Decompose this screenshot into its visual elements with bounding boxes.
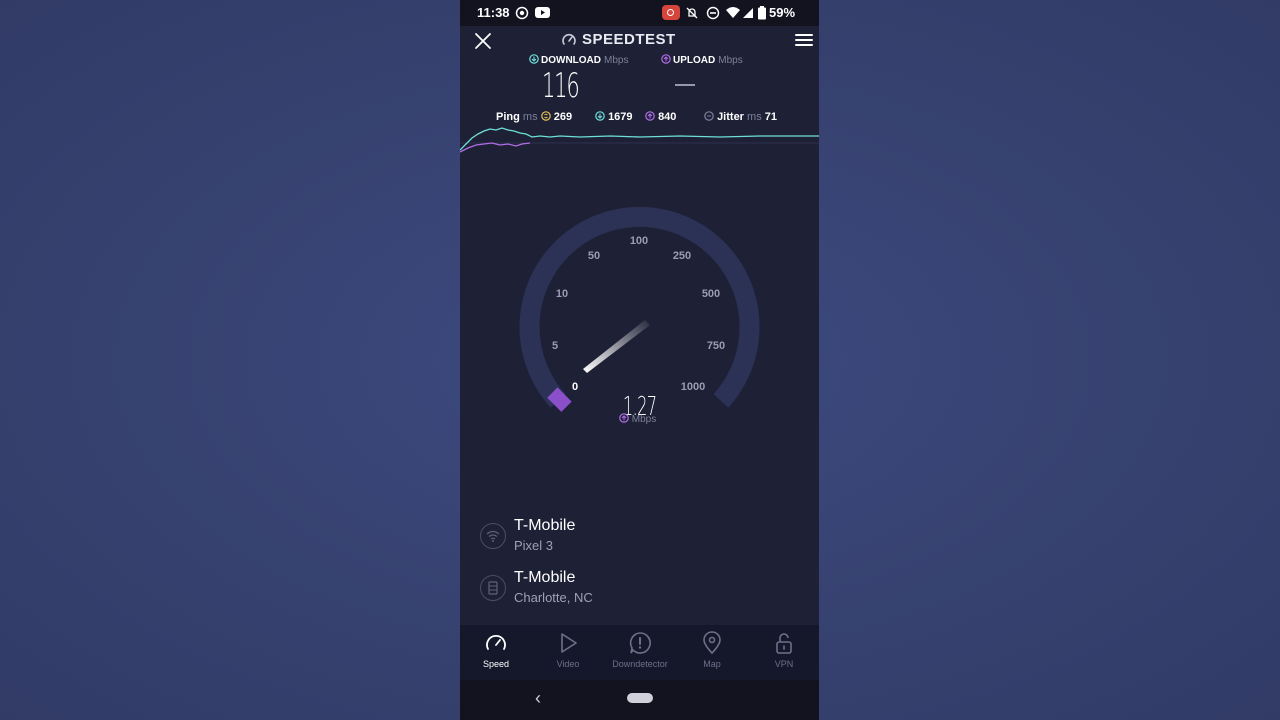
- status-time: 11:38: [477, 5, 510, 20]
- upload-label: UPLOAD: [673, 55, 715, 66]
- map-pin-icon: [700, 631, 724, 655]
- gauge-tick: 50: [588, 250, 600, 262]
- record-icon: [515, 6, 529, 20]
- battery-percent: 59%: [769, 5, 795, 20]
- close-icon[interactable]: [472, 30, 494, 52]
- menu-button[interactable]: [795, 32, 813, 48]
- nav-label: Downdetector: [604, 659, 676, 669]
- provider-name: T-Mobile: [514, 517, 575, 535]
- gauge-tick: 750: [707, 340, 725, 352]
- download-arrow-icon: [595, 111, 605, 121]
- gauge-unit: Mbps: [632, 414, 656, 425]
- upload-arrow-icon: [619, 413, 629, 423]
- upload-arrow-icon: [661, 54, 671, 64]
- speedometer-icon: [561, 32, 577, 48]
- gauge-needle: [583, 320, 650, 373]
- gauge-progress: [554, 395, 564, 405]
- gauge-tick: 5: [552, 340, 558, 352]
- dnd-icon: [706, 6, 720, 20]
- download-graph-line: [460, 128, 819, 150]
- battery-icon: [758, 6, 766, 20]
- ping-idle-icon: [541, 111, 551, 121]
- download-label: DOWNLOAD: [541, 55, 601, 66]
- nav-map[interactable]: Map: [676, 625, 748, 680]
- gauge-unit-row: Mbps: [619, 413, 656, 425]
- download-unit: Mbps: [604, 55, 628, 66]
- server-icon-wrap: [480, 575, 506, 601]
- upload-value-placeholder: —: [675, 84, 695, 86]
- gauge-tick: 100: [630, 235, 648, 247]
- wifi-icon: [481, 524, 505, 548]
- upload-graph-line: [460, 143, 530, 152]
- speed-icon: [484, 631, 508, 655]
- nav-vpn[interactable]: VPN: [748, 625, 819, 680]
- provider-row[interactable]: T-Mobile Pixel 3: [480, 517, 800, 557]
- upload-arrow-icon: [645, 111, 655, 121]
- app-title-text: SPEEDTEST: [582, 31, 676, 48]
- nav-label: Speed: [460, 659, 532, 669]
- download-value: 116: [542, 66, 579, 106]
- server-row[interactable]: T-Mobile Charlotte, NC: [480, 569, 800, 609]
- gauge-tick: 250: [673, 250, 691, 262]
- gauge-tick: 1000: [681, 381, 705, 393]
- status-bar: 11:38 59%: [460, 0, 819, 26]
- download-arrow-icon: [529, 54, 539, 64]
- nav-speed[interactable]: Speed: [460, 625, 532, 680]
- screen-record-badge: [662, 5, 680, 20]
- nav-downdetector[interactable]: Downdetector: [604, 625, 676, 680]
- nav-label: Video: [532, 659, 604, 669]
- alert-icon: [628, 631, 652, 655]
- gauge-tick: 0: [572, 381, 578, 393]
- play-icon: [556, 631, 580, 655]
- youtube-icon: [535, 7, 550, 19]
- server-name: T-Mobile: [514, 569, 575, 587]
- system-nav-bar: ‹: [460, 680, 819, 720]
- provider-icon-wrap: [480, 523, 506, 549]
- lock-icon: [772, 631, 796, 655]
- app-title: SPEEDTEST: [582, 31, 676, 48]
- server-location: Charlotte, NC: [514, 590, 593, 605]
- bell-off-icon: [685, 6, 699, 20]
- phone-screen: 11:38 59%: [460, 0, 819, 720]
- back-icon[interactable]: ‹: [535, 688, 541, 709]
- menu-line: [795, 44, 813, 46]
- menu-line: [795, 39, 813, 41]
- bottom-nav: Speed Video Downdetector Map: [460, 625, 819, 680]
- gauge-tick: 500: [702, 288, 720, 300]
- upload-unit: Mbps: [718, 55, 742, 66]
- app-bar: SPEEDTEST: [460, 26, 819, 56]
- nav-label: Map: [676, 659, 748, 669]
- server-icon: [481, 576, 505, 600]
- download-header: DOWNLOADMbps: [529, 54, 628, 66]
- provider-device: Pixel 3: [514, 538, 553, 553]
- wifi-status-icon: [725, 6, 741, 19]
- jitter-icon: [704, 111, 714, 121]
- signal-icon: [742, 7, 754, 19]
- speed-graph: [460, 122, 819, 154]
- nav-video[interactable]: Video: [532, 625, 604, 680]
- upload-header: UPLOADMbps: [661, 54, 743, 66]
- nav-label: VPN: [748, 659, 819, 669]
- gauge-tick: 10: [556, 288, 568, 300]
- home-pill[interactable]: [627, 693, 653, 703]
- menu-line: [795, 34, 813, 36]
